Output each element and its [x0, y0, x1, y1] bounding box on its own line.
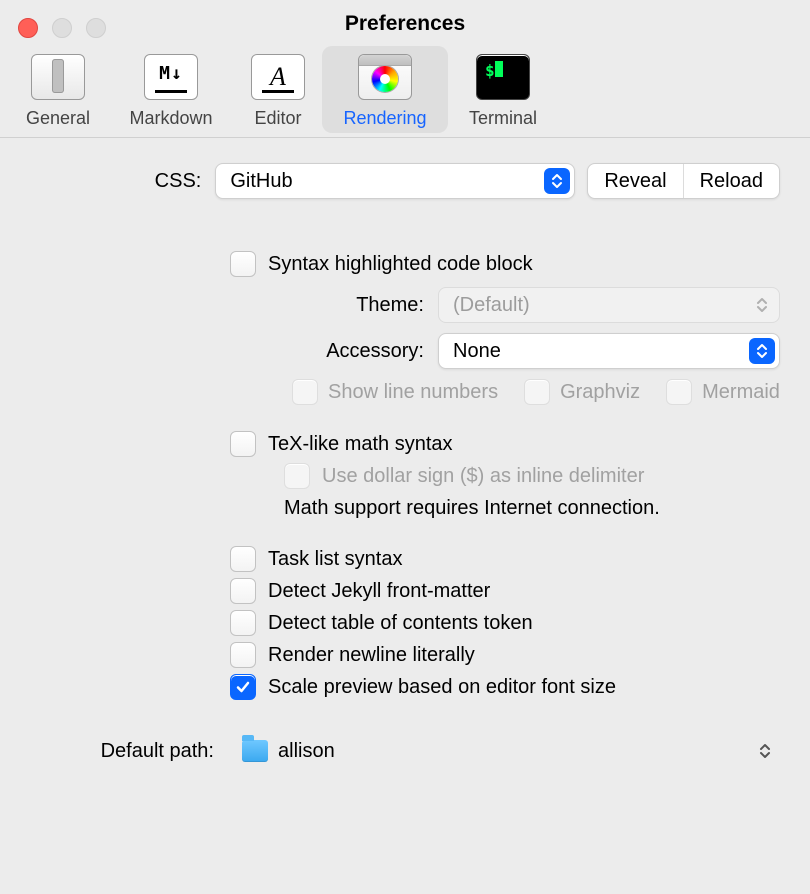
default-path-label: Default path:: [30, 740, 228, 763]
task-list-label: Task list syntax: [268, 548, 402, 571]
default-path-select[interactable]: allison: [228, 730, 780, 772]
toc-label: Detect table of contents token: [268, 612, 533, 635]
window-title: Preferences: [0, 0, 810, 36]
tab-terminal-label: Terminal: [452, 108, 554, 129]
updown-icon: [758, 742, 772, 760]
default-path-value: allison: [278, 740, 335, 763]
tex-note: Math support requires Internet connectio…: [284, 497, 780, 520]
accessory-label: Accessory:: [284, 340, 438, 363]
folder-icon: [242, 740, 268, 762]
rendering-icon: [358, 54, 412, 100]
mermaid-label: Mermaid: [702, 381, 780, 404]
css-label: CSS:: [30, 170, 215, 193]
tab-general-label: General: [12, 108, 104, 129]
accessory-select-value: None: [453, 340, 501, 363]
tex-checkbox[interactable]: [230, 431, 256, 457]
terminal-icon: $: [476, 54, 530, 100]
toc-checkbox[interactable]: [230, 610, 256, 636]
jekyll-checkbox[interactable]: [230, 578, 256, 604]
tab-markdown[interactable]: M↓ Markdown: [108, 46, 234, 133]
tab-general[interactable]: General: [10, 46, 106, 133]
line-numbers-label: Show line numbers: [328, 381, 498, 404]
jekyll-label: Detect Jekyll front-matter: [268, 580, 490, 603]
preferences-toolbar: General M↓ Markdown A Editor: [0, 42, 810, 138]
tex-label: TeX-like math syntax: [268, 433, 453, 456]
css-actions: Reveal Reload: [587, 163, 780, 199]
zoom-window-button[interactable]: [86, 18, 106, 38]
accessory-select[interactable]: None: [438, 333, 780, 369]
css-select[interactable]: GitHub: [215, 163, 575, 199]
syntax-highlight-checkbox-row: Syntax highlighted code block: [230, 251, 780, 277]
tab-terminal[interactable]: $ Terminal: [450, 46, 556, 133]
tab-editor-label: Editor: [238, 108, 318, 129]
tex-dollar-label: Use dollar sign ($) as inline delimiter: [322, 465, 644, 488]
scale-preview-checkbox[interactable]: [230, 674, 256, 700]
graphviz-label: Graphviz: [560, 381, 640, 404]
close-window-button[interactable]: [18, 18, 38, 38]
switch-icon: [31, 54, 85, 100]
titlebar: Preferences: [0, 0, 810, 42]
tab-rendering-label: Rendering: [324, 108, 446, 129]
scale-preview-label: Scale preview based on editor font size: [268, 676, 616, 699]
preferences-window: Preferences General M↓ Markdown A Edi: [0, 0, 810, 894]
task-list-checkbox[interactable]: [230, 546, 256, 572]
editor-icon: A: [251, 54, 305, 100]
syntax-highlight-label: Syntax highlighted code block: [268, 253, 533, 276]
syntax-highlight-checkbox[interactable]: [230, 251, 256, 277]
theme-select-value: (Default): [453, 294, 530, 317]
theme-select: (Default): [438, 287, 780, 323]
updown-icon: [544, 168, 570, 194]
tab-markdown-label: Markdown: [110, 108, 232, 129]
newline-checkbox[interactable]: [230, 642, 256, 668]
traffic-lights: [18, 18, 106, 38]
reload-button[interactable]: Reload: [683, 164, 779, 198]
updown-icon: [749, 292, 775, 318]
graphviz-checkbox: [524, 379, 550, 405]
tab-editor[interactable]: A Editor: [236, 46, 320, 133]
newline-label: Render newline literally: [268, 644, 475, 667]
css-select-value: GitHub: [230, 170, 292, 193]
line-numbers-checkbox: [292, 379, 318, 405]
reveal-button[interactable]: Reveal: [588, 164, 682, 198]
rendering-pane: CSS: GitHub Reveal Reload Syntax highlig…: [0, 138, 810, 792]
updown-icon: [749, 338, 775, 364]
minimize-window-button[interactable]: [52, 18, 72, 38]
tex-dollar-checkbox: [284, 463, 310, 489]
tab-rendering[interactable]: Rendering: [322, 46, 448, 133]
mermaid-checkbox: [666, 379, 692, 405]
tex-checkbox-row: TeX-like math syntax: [230, 431, 780, 457]
theme-label: Theme:: [284, 294, 438, 317]
markdown-icon: M↓: [144, 54, 198, 100]
